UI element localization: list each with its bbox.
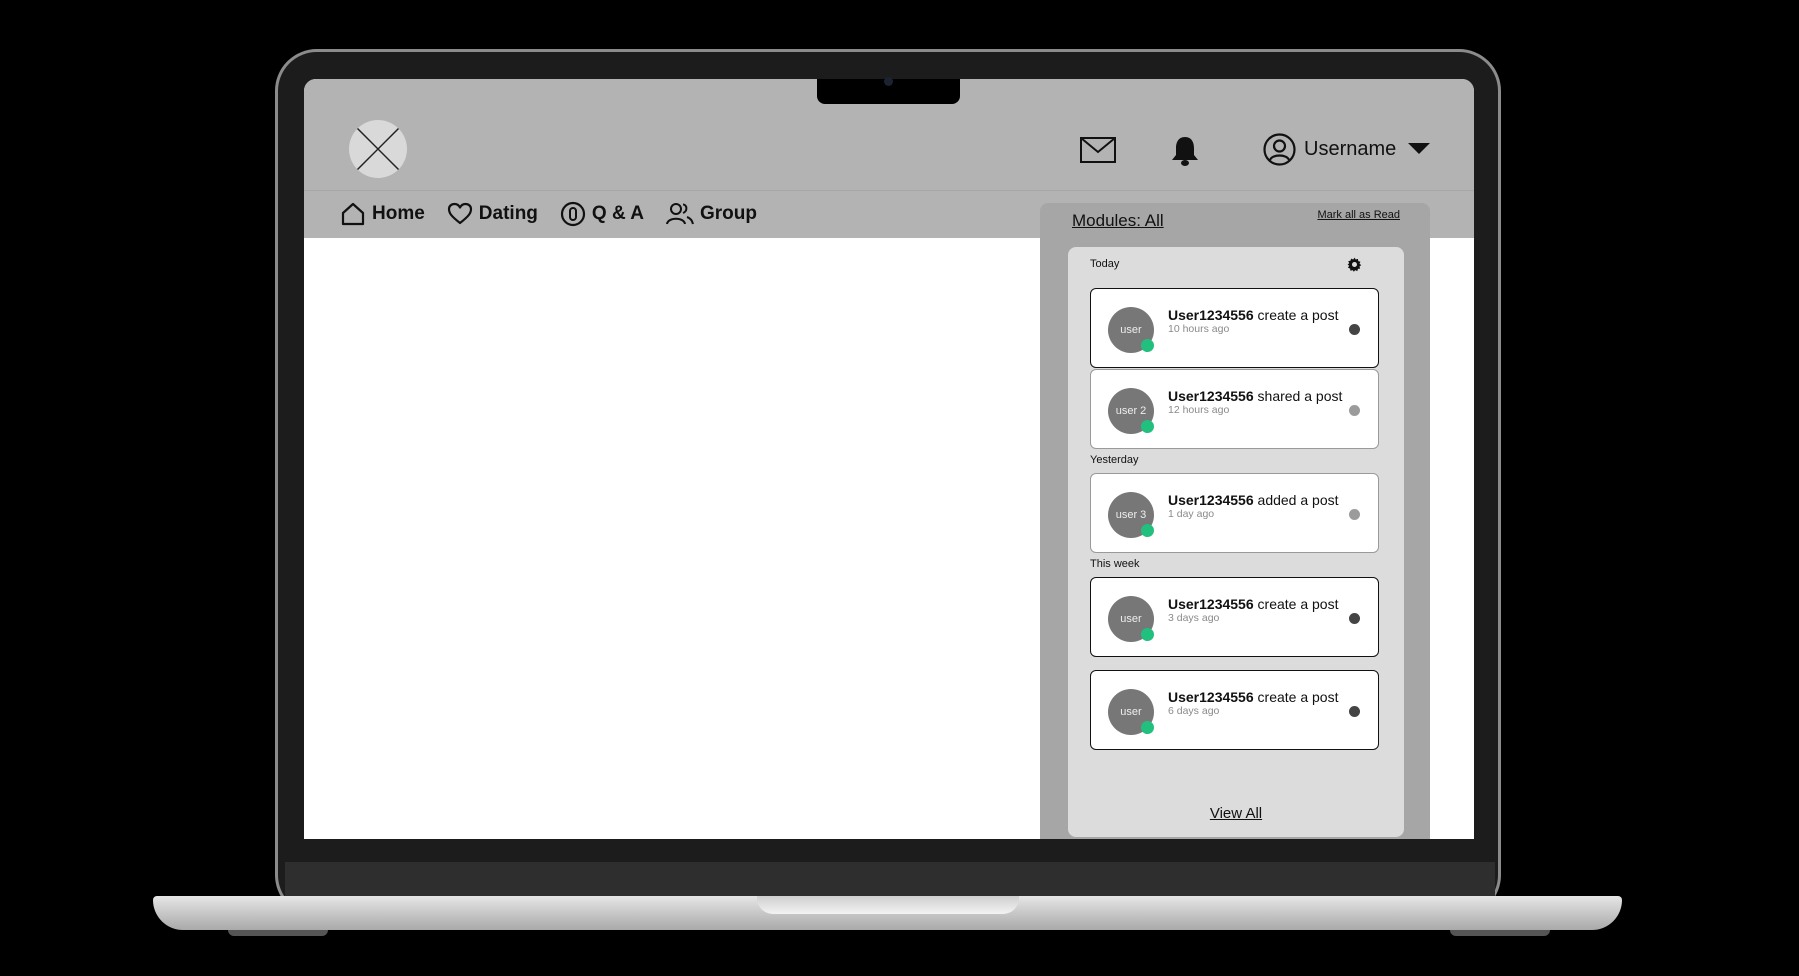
nav-item-home[interactable]: Home (340, 201, 425, 227)
notification-time: 12 hours ago (1168, 404, 1230, 416)
notification-card[interactable]: user User1234556 create a post 6 days ag… (1090, 670, 1379, 750)
nav-item-group[interactable]: Group (665, 202, 757, 226)
unread-dot (1349, 324, 1360, 335)
online-indicator (1141, 524, 1154, 537)
mark-all-read-link[interactable]: Mark all as Read (1317, 209, 1400, 221)
notification-action: create a post (1257, 596, 1339, 612)
nav-label-group: Group (699, 203, 757, 224)
notification-card[interactable]: user 2 User1234556 shared a post 12 hour… (1090, 369, 1379, 449)
notification-user: User1234556 (1168, 307, 1254, 323)
section-label-this-week: This week (1090, 558, 1140, 570)
nav-item-qa[interactable]: Q & A (560, 201, 644, 227)
notification-time: 6 days ago (1168, 705, 1220, 717)
modules-filter[interactable]: Modules: All (1072, 211, 1164, 231)
online-indicator (1141, 339, 1154, 352)
read-dot (1349, 405, 1360, 416)
notification-card[interactable]: user 3 User1234556 added a post 1 day ag… (1090, 473, 1379, 553)
logo-placeholder-icon (356, 127, 400, 171)
read-dot (1349, 509, 1360, 520)
camera-icon (884, 77, 893, 86)
nav-label-home: Home (372, 203, 425, 224)
notification-panel: Modules: All Mark all as Read Today user… (1040, 203, 1430, 839)
notification-action: shared a post (1257, 388, 1343, 404)
user-circle-icon (1263, 132, 1296, 166)
notification-action: create a post (1257, 689, 1339, 705)
online-indicator (1141, 628, 1154, 641)
user-menu[interactable]: Username (1263, 132, 1431, 166)
caret-down-icon (1408, 143, 1431, 154)
home-icon (341, 202, 365, 226)
laptop-foot (1450, 930, 1550, 936)
notification-card[interactable]: user User1234556 create a post 3 days ag… (1090, 577, 1379, 657)
notification-user: User1234556 (1168, 388, 1254, 404)
heart-icon (447, 202, 472, 225)
nav-label-qa: Q & A (591, 203, 644, 224)
notification-card[interactable]: user User1234556 create a post 10 hours … (1090, 288, 1379, 368)
unread-dot (1349, 613, 1360, 624)
online-indicator (1141, 420, 1154, 433)
notification-action: added a post (1257, 492, 1339, 508)
nav-label-dating: Dating (478, 203, 538, 224)
notification-user: User1234556 (1168, 596, 1254, 612)
notification-user: User1234556 (1168, 492, 1254, 508)
notification-text: User1234556 create a post 6 days ago (1168, 689, 1343, 718)
username-label: Username (1304, 137, 1397, 160)
logo-placeholder[interactable] (349, 120, 407, 178)
mail-icon[interactable] (1080, 137, 1116, 168)
nav-item-dating[interactable]: Dating (447, 202, 538, 226)
header-divider (304, 190, 1474, 191)
gear-icon[interactable] (1347, 257, 1362, 277)
qa-icon (560, 201, 586, 227)
laptop-base-notch (757, 896, 1019, 914)
unread-dot (1349, 706, 1360, 717)
section-label-today: Today (1090, 258, 1120, 270)
notification-text: User1234556 added a post 1 day ago (1168, 492, 1343, 521)
view-all-link[interactable]: View All (1068, 805, 1404, 822)
notification-text: User1234556 shared a post 12 hours ago (1168, 388, 1343, 417)
screen: Username Home Dating Q & A Group Modules… (304, 79, 1474, 839)
notification-time: 1 day ago (1168, 508, 1215, 520)
notification-text: User1234556 create a post 3 days ago (1168, 596, 1343, 625)
notification-action: create a post (1257, 307, 1339, 323)
notification-text: User1234556 create a post 10 hours ago (1168, 307, 1343, 336)
main-nav: Home Dating Q & A Group (340, 201, 779, 227)
bell-icon[interactable] (1170, 135, 1200, 172)
notification-list-container: Today user User1234556 create a post 10 … (1068, 247, 1404, 837)
notification-list[interactable]: Today user User1234556 create a post 10 … (1068, 247, 1404, 787)
laptop-bezel (285, 862, 1495, 896)
notification-user: User1234556 (1168, 689, 1254, 705)
section-label-yesterday: Yesterday (1090, 454, 1139, 466)
notification-time: 3 days ago (1168, 612, 1220, 624)
group-icon (665, 203, 694, 225)
laptop-foot (228, 930, 328, 936)
notification-time: 10 hours ago (1168, 323, 1230, 335)
online-indicator (1141, 721, 1154, 734)
